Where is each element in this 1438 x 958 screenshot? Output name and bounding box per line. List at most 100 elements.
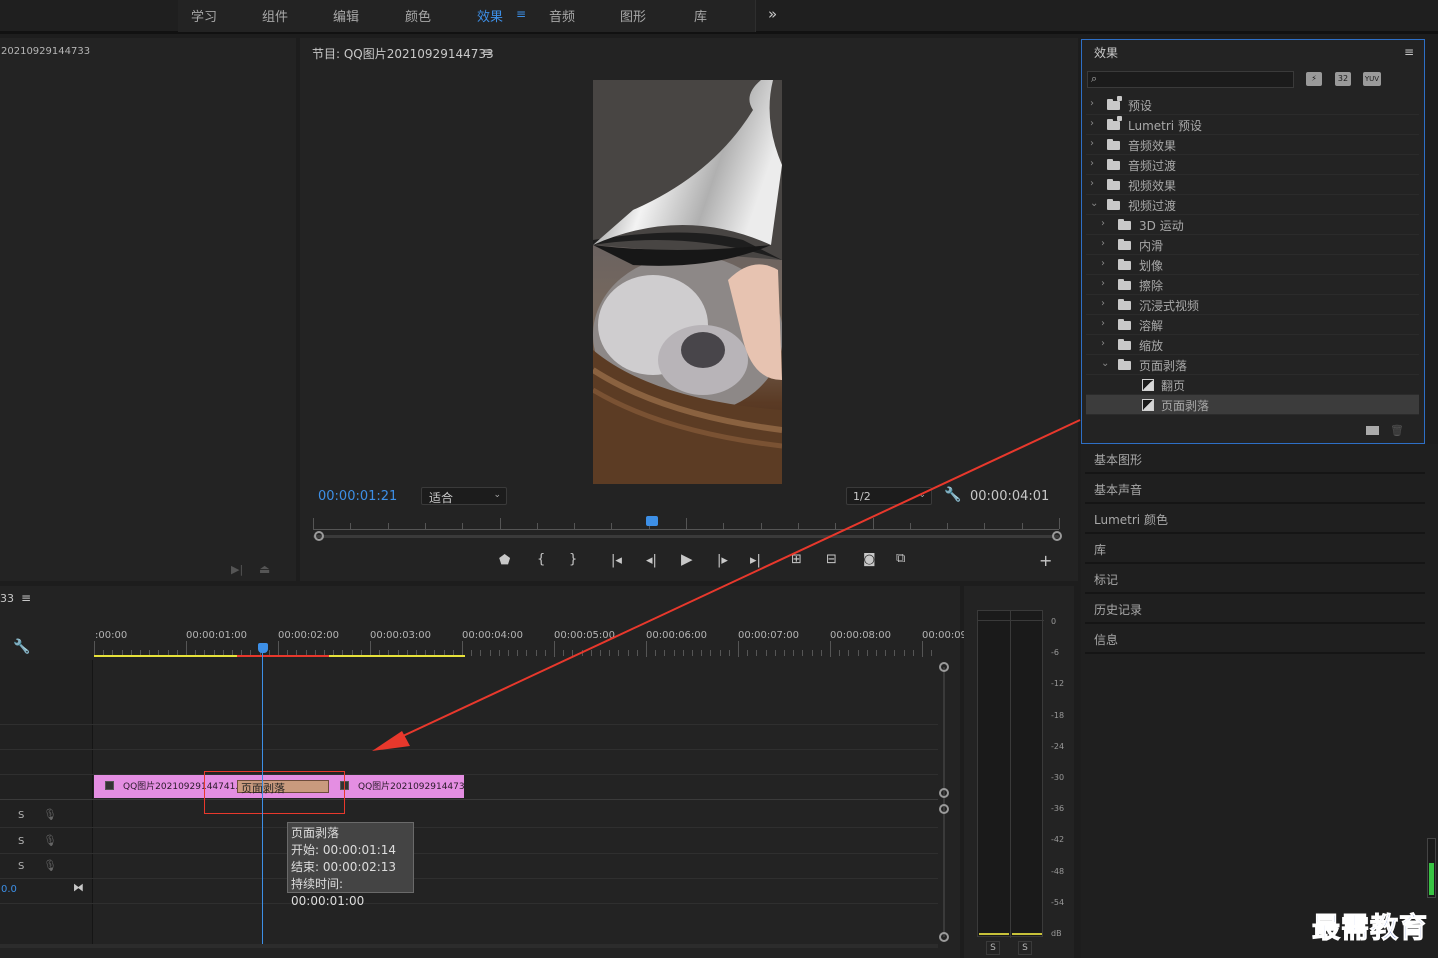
- scroll-handle-left[interactable]: [314, 531, 324, 541]
- mark-in-icon[interactable]: {: [537, 553, 545, 566]
- timeline-horizontal-scrollbar[interactable]: [0, 944, 938, 948]
- play-icon[interactable]: ▶: [681, 552, 693, 567]
- side-panel-item[interactable]: 标记: [1085, 565, 1425, 594]
- scroll-handle[interactable]: [939, 804, 949, 814]
- fit-dropdown[interactable]: 适合 ⌄: [421, 487, 507, 505]
- bowtie-icon[interactable]: ⧓: [73, 881, 84, 894]
- wrench-icon[interactable]: 🔧: [944, 487, 961, 503]
- effects-tree-item[interactable]: › 3D 运动: [1086, 215, 1419, 235]
- chevron-right-icon[interactable]: ›: [1090, 118, 1094, 129]
- side-panel-item[interactable]: Lumetri 颜色: [1085, 505, 1425, 534]
- effects-tree-item[interactable]: › Lumetri 预设: [1086, 115, 1419, 135]
- workspace-overflow-button[interactable]: »: [768, 5, 777, 23]
- effects-tree-item[interactable]: › 缩放: [1086, 335, 1419, 355]
- effects-tree-item[interactable]: › 沉浸式视频: [1086, 295, 1419, 315]
- microphone-icon[interactable]: 🎙: [43, 808, 57, 821]
- side-panel-item[interactable]: 信息: [1085, 625, 1425, 654]
- wrench-icon[interactable]: 🔧: [13, 639, 30, 655]
- effects-tree-item[interactable]: › 视频效果: [1086, 175, 1419, 195]
- tab-color[interactable]: 颜色: [405, 6, 431, 25]
- effects-tree-item[interactable]: ⌄ 页面剥落: [1086, 355, 1419, 375]
- chevron-right-icon[interactable]: ›: [1101, 258, 1105, 269]
- hamburger-icon[interactable]: ≡: [516, 7, 526, 21]
- extract-icon[interactable]: ⊟: [826, 553, 837, 566]
- effects-tree-item[interactable]: › 音频过渡: [1086, 155, 1419, 175]
- panel-menu-icon[interactable]: ≡: [482, 45, 492, 59]
- timeline-vertical-scrollbar[interactable]: [943, 667, 945, 937]
- resolution-dropdown[interactable]: 1/2 ⌄: [846, 487, 932, 505]
- go-to-in-icon[interactable]: |◂: [611, 554, 622, 567]
- tab-libraries[interactable]: 库: [694, 6, 707, 25]
- accelerated-effects-icon[interactable]: ⚡: [1306, 72, 1322, 86]
- new-bin-icon[interactable]: [1366, 426, 1379, 435]
- chevron-right-icon[interactable]: ›: [1090, 178, 1094, 189]
- effects-search-field[interactable]: ⌕: [1087, 71, 1294, 88]
- comparison-view-icon[interactable]: ⧉: [896, 552, 905, 565]
- chevron-down-icon[interactable]: ⌄: [1101, 358, 1109, 369]
- solo-right-button[interactable]: S: [1018, 941, 1032, 955]
- panel-menu-icon[interactable]: ≡: [21, 591, 31, 605]
- chevron-right-icon[interactable]: ›: [1101, 278, 1105, 289]
- effects-tree-item[interactable]: 翻页: [1086, 375, 1419, 395]
- effects-search-input[interactable]: [1104, 73, 1290, 86]
- chevron-right-icon[interactable]: ›: [1090, 98, 1094, 109]
- effects-tree-item[interactable]: › 溶解: [1086, 315, 1419, 335]
- effects-tree-item[interactable]: › 擦除: [1086, 275, 1419, 295]
- side-panel-item[interactable]: 历史记录: [1085, 595, 1425, 624]
- scroll-handle[interactable]: [939, 788, 949, 798]
- chevron-right-icon[interactable]: ›: [1090, 138, 1094, 149]
- 32bit-filter-button[interactable]: 32: [1335, 72, 1351, 86]
- chevron-right-icon[interactable]: ›: [1090, 158, 1094, 169]
- solo-left-button[interactable]: S: [986, 941, 1000, 955]
- program-playhead[interactable]: [646, 516, 658, 526]
- trash-icon[interactable]: 🗑: [1390, 424, 1404, 437]
- go-to-out-icon[interactable]: ▸|: [750, 554, 761, 567]
- tab-audio[interactable]: 音频: [549, 6, 575, 25]
- effects-tree-item[interactable]: 页面剥落: [1086, 395, 1419, 415]
- scroll-handle[interactable]: [939, 662, 949, 672]
- effects-tree-item[interactable]: › 划像: [1086, 255, 1419, 275]
- solo-label[interactable]: S: [18, 810, 24, 821]
- effects-tree-item[interactable]: › 内滑: [1086, 235, 1419, 255]
- tab-editing[interactable]: 编辑: [333, 6, 359, 25]
- export-icon[interactable]: ⏏: [259, 563, 270, 575]
- chevron-right-icon[interactable]: ›: [1101, 298, 1105, 309]
- effects-tree-item[interactable]: › 预设: [1086, 95, 1419, 115]
- yuv-filter-button[interactable]: YUV: [1363, 72, 1381, 86]
- chevron-down-icon[interactable]: ⌄: [1090, 198, 1098, 209]
- add-marker-icon[interactable]: ⬟: [499, 554, 510, 567]
- scroll-handle-right[interactable]: [1052, 531, 1062, 541]
- work-area-bar-end[interactable]: [329, 655, 465, 657]
- add-button-icon[interactable]: +: [1039, 553, 1052, 569]
- work-area-bar[interactable]: [94, 655, 237, 657]
- step-back-icon[interactable]: ◂|: [646, 554, 657, 567]
- insert-icon[interactable]: ▶|: [231, 564, 243, 575]
- microphone-icon[interactable]: 🎙: [43, 834, 57, 847]
- current-timecode[interactable]: 00:00:01:21: [318, 489, 397, 504]
- chevron-right-icon[interactable]: ›: [1101, 218, 1105, 229]
- solo-label[interactable]: S: [18, 861, 24, 872]
- mark-out-icon[interactable]: }: [569, 553, 577, 566]
- step-forward-icon[interactable]: |▸: [717, 554, 728, 567]
- timeline-playhead[interactable]: [258, 643, 268, 653]
- tab-learn[interactable]: 学习: [191, 6, 217, 25]
- lift-icon[interactable]: ⊞: [791, 553, 802, 566]
- side-panel-item[interactable]: 基本声音: [1085, 475, 1425, 504]
- camera-icon[interactable]: ◙: [863, 553, 876, 566]
- side-panel-item[interactable]: 基本图形: [1085, 445, 1425, 474]
- chevron-right-icon[interactable]: ›: [1101, 238, 1105, 249]
- master-volume-value[interactable]: 0.0: [1, 884, 17, 895]
- tab-graphics[interactable]: 图形: [620, 6, 646, 25]
- scroll-handle[interactable]: [939, 932, 949, 942]
- panel-menu-icon[interactable]: ≡: [1404, 45, 1414, 59]
- solo-label[interactable]: S: [18, 836, 24, 847]
- effects-tree-item[interactable]: ⌄ 视频过渡: [1086, 195, 1419, 215]
- program-scrollbar[interactable]: [313, 535, 1059, 538]
- effects-tree-item[interactable]: › 音频效果: [1086, 135, 1419, 155]
- tab-assembly[interactable]: 组件: [262, 6, 288, 25]
- side-panel-item[interactable]: 库: [1085, 535, 1425, 564]
- microphone-icon[interactable]: 🎙: [43, 859, 57, 872]
- chevron-right-icon[interactable]: ›: [1101, 318, 1105, 329]
- tab-effects[interactable]: 效果: [477, 6, 503, 25]
- chevron-right-icon[interactable]: ›: [1101, 338, 1105, 349]
